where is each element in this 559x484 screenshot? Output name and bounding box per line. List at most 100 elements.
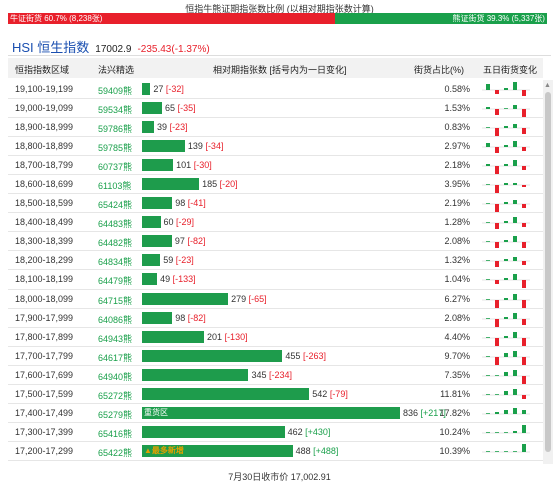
sparkline-bar bbox=[504, 202, 508, 205]
scroll-thumb[interactable] bbox=[545, 92, 551, 452]
warrant-code-link[interactable]: 64479熊 bbox=[98, 274, 132, 287]
warrant-code-link[interactable]: 64940熊 bbox=[98, 370, 132, 383]
count-value: 542 bbox=[312, 388, 328, 399]
sparkline-bar bbox=[522, 424, 526, 433]
relative-bar bbox=[142, 140, 185, 153]
range-cell: 17,500-17,599 bbox=[15, 388, 74, 399]
sparkline-bar bbox=[513, 293, 517, 300]
pct-cell: 6.27% bbox=[444, 293, 470, 304]
warrant-code-link[interactable]: 59786熊 bbox=[98, 122, 132, 135]
table-row: 18,800-18,899 59785熊 139 [-34] 2.97% bbox=[8, 137, 543, 157]
five-day-sparkline bbox=[482, 236, 530, 249]
warrant-code-link[interactable]: 60737熊 bbox=[98, 160, 132, 173]
range-cell: 18,000-18,099 bbox=[15, 293, 74, 304]
sparkline-bar bbox=[486, 203, 490, 205]
warrant-code-link[interactable]: 59409熊 bbox=[98, 84, 132, 97]
warrant-code-link[interactable]: 64483熊 bbox=[98, 217, 132, 230]
relative-bar bbox=[142, 292, 229, 305]
count-value: 488 bbox=[295, 445, 311, 456]
relative-bar bbox=[142, 83, 151, 95]
delta-value: [-23] bbox=[169, 122, 188, 133]
warrant-code-link[interactable]: 64482熊 bbox=[98, 236, 132, 249]
warrant-code-link[interactable]: 59785熊 bbox=[98, 141, 132, 154]
five-day-sparkline bbox=[482, 443, 530, 453]
sparkline-bar bbox=[504, 352, 508, 357]
sparkline-bar bbox=[495, 109, 499, 116]
scrollbar[interactable]: ▲ bbox=[543, 80, 553, 464]
sparkline-bar bbox=[522, 299, 526, 308]
range-cell: 17,800-17,899 bbox=[15, 331, 74, 342]
sparkline-bar bbox=[513, 160, 517, 167]
warrant-code-link[interactable]: 64943熊 bbox=[98, 332, 132, 345]
count-cell: 462 [+430] bbox=[288, 427, 331, 437]
table-row: 19,000-19,099 59534熊 65 [-35] 1.53% bbox=[8, 99, 543, 119]
pct-cell: 0.58% bbox=[444, 84, 470, 94]
range-cell: 17,600-17,699 bbox=[15, 369, 74, 380]
warrant-code-link[interactable]: 65272熊 bbox=[98, 389, 132, 402]
range-cell: 19,000-19,099 bbox=[15, 103, 74, 114]
count-cell: 542 [-79] bbox=[312, 389, 348, 399]
sparkline-bar bbox=[495, 204, 499, 213]
sparkline-bar bbox=[495, 451, 499, 452]
relative-bar bbox=[142, 368, 249, 381]
count-value: 836 bbox=[403, 407, 419, 418]
range-cell: 17,900-17,999 bbox=[15, 312, 74, 323]
count-cell: 201 [-130] bbox=[207, 332, 248, 342]
count-value: 201 bbox=[207, 331, 223, 342]
count-value: 27 bbox=[153, 84, 164, 94]
sparkline-bar bbox=[495, 411, 499, 414]
delta-value: [-29] bbox=[176, 217, 195, 228]
sparkline-bar bbox=[513, 217, 517, 224]
warrant-code-link[interactable]: 64834熊 bbox=[98, 255, 132, 268]
sparkline-bar bbox=[495, 90, 499, 94]
warrant-code-link[interactable]: 65416熊 bbox=[98, 427, 132, 440]
sparkline-bar bbox=[522, 318, 526, 325]
scroll-up-icon[interactable]: ▲ bbox=[544, 82, 551, 89]
range-cell: 18,500-18,599 bbox=[15, 198, 74, 209]
five-day-sparkline bbox=[482, 407, 530, 415]
warrant-code-link[interactable]: 61103熊 bbox=[98, 179, 131, 192]
warrant-code-link[interactable]: 59534熊 bbox=[98, 103, 132, 116]
warrant-code-link[interactable]: 64715熊 bbox=[98, 294, 132, 307]
count-value: 98 bbox=[175, 312, 186, 323]
table-row: 18,300-18,399 64482熊 97 [-82] 2.08% bbox=[8, 232, 543, 252]
delta-value: [-130] bbox=[224, 331, 248, 342]
relative-bar bbox=[142, 311, 173, 324]
table-row: 18,100-18,199 64479熊 49 [-133] 1.04% bbox=[8, 270, 543, 290]
table-header: 恒指指数区域 法兴精选 相对期指张数 [括号内为一日变化] 街货占比(%) 五日… bbox=[8, 58, 543, 78]
relative-bar bbox=[142, 102, 163, 115]
count-cell: 27 [-32] bbox=[153, 84, 184, 94]
count-cell: 488 [+488] bbox=[296, 446, 339, 456]
sparkline-bar bbox=[522, 280, 526, 289]
sparkline-bar bbox=[486, 451, 490, 452]
sparkline-bar bbox=[495, 337, 499, 346]
count-value: 60 bbox=[163, 217, 174, 228]
five-day-sparkline bbox=[482, 217, 530, 230]
sparkline-bar bbox=[486, 317, 490, 319]
data-table: 19,100-19,199 59409熊 27 [-32] 0.58% 19,000-1… bbox=[8, 80, 543, 461]
delta-value: [+488] bbox=[313, 445, 339, 456]
index-name[interactable]: HSI 恒生指数 bbox=[12, 37, 89, 56]
header-range: 恒指指数区域 bbox=[15, 65, 70, 75]
sparkline-bar bbox=[522, 337, 526, 346]
five-day-sparkline bbox=[482, 350, 530, 365]
sparkline-bar bbox=[513, 82, 517, 90]
warrant-code-link[interactable]: 64086熊 bbox=[98, 313, 132, 326]
sparkline-bar bbox=[522, 375, 526, 384]
table-row: 18,400-18,499 64483熊 60 [-29] 1.28% bbox=[8, 213, 543, 233]
delta-value: [-23] bbox=[175, 255, 194, 266]
warrant-code-link[interactable]: 65422熊 bbox=[98, 446, 132, 459]
warrant-code-link[interactable]: 65279熊 bbox=[98, 408, 132, 421]
warrant-code-link[interactable]: 65424熊 bbox=[98, 198, 132, 211]
delta-value: [-82] bbox=[187, 236, 206, 247]
sparkline-bar bbox=[513, 369, 517, 376]
relative-bar bbox=[142, 159, 174, 172]
header-five-day: 五日街货变化 bbox=[483, 65, 538, 75]
count-cell: 139 [-34] bbox=[188, 141, 224, 151]
sparkline-bar bbox=[504, 108, 508, 110]
five-day-sparkline bbox=[482, 105, 530, 118]
sparkline-bar bbox=[522, 90, 526, 96]
count-cell: 97 [-82] bbox=[175, 236, 206, 246]
sparkline-bar bbox=[486, 279, 490, 281]
warrant-code-link[interactable]: 64617熊 bbox=[98, 351, 132, 364]
